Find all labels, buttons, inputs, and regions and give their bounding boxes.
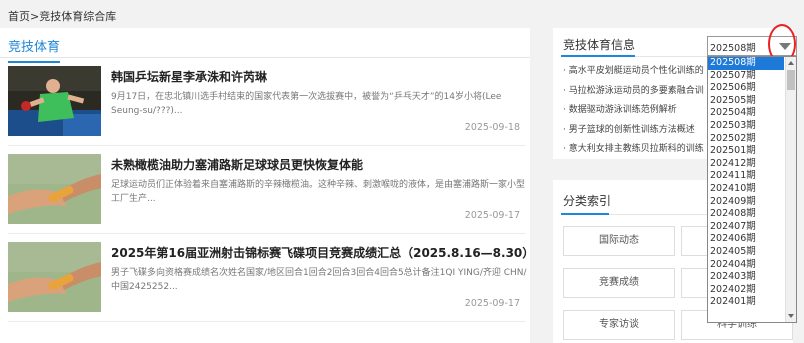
article-thumbnail-relay[interactable]	[8, 242, 101, 312]
article-title[interactable]: 未熟橄榄油助力塞浦路斯足球球员更快恢复体能	[111, 156, 363, 173]
title-underline	[561, 213, 609, 215]
article-summary: 足球运动员们正体验着来自塞浦路斯的辛辣橄榄油。这种辛辣、刺激喉咙的液体，是由塞浦…	[111, 180, 526, 204]
scrollbar[interactable]	[785, 57, 796, 322]
info-link[interactable]: · 马拉松游泳运动员的多要素融合训	[563, 82, 713, 102]
panel-header: 竞技体育	[0, 28, 530, 63]
dropdown-option[interactable]: 202411期	[708, 170, 784, 183]
issue-dropdown-list[interactable]: 202508期 202507期 202506期 202505期 202504期 20250…	[707, 56, 797, 323]
article-item[interactable]: 韩国乒坛新星李承洙和许芮琳 9月17日，在忠北镇川选手村结束的国家代表第一次选拔…	[8, 66, 526, 146]
scrollbar-thumb[interactable]	[787, 70, 795, 90]
dropdown-option[interactable]: 202408期	[708, 208, 784, 221]
article-thumbnail-table-tennis[interactable]	[8, 66, 101, 136]
category-button-international[interactable]: 国际动态	[563, 226, 675, 256]
dropdown-option[interactable]: 202402期	[708, 284, 784, 297]
info-list: · 高水平皮划艇运动员个性化训练的 · 马拉松游泳运动员的多要素融合训 · 数据…	[563, 62, 713, 160]
dropdown-option[interactable]: 202503期	[708, 120, 784, 133]
divider	[8, 321, 526, 322]
category-button-interviews[interactable]: 专家访谈	[563, 310, 675, 340]
dropdown-option[interactable]: 202410期	[708, 183, 784, 196]
article-date: 2025-09-17	[464, 298, 520, 309]
article-item[interactable]: 未熟橄榄油助力塞浦路斯足球球员更快恢复体能 足球运动员们正体验着来自塞浦路斯的辛…	[8, 154, 526, 234]
info-link[interactable]: · 高水平皮划艇运动员个性化训练的	[563, 62, 713, 82]
divider	[8, 233, 526, 234]
dropdown-option[interactable]: 202409期	[708, 196, 784, 209]
breadcrumb[interactable]: 首页>竞技体育综合库	[8, 8, 116, 24]
sports-news-panel: 竞技体育 韩国乒坛新星李承洙和许芮琳 9月17日，在忠北镇川选手村结束的国家代表…	[0, 28, 534, 343]
scroll-down-icon[interactable]	[788, 314, 794, 318]
article-summary: 男子飞碟多向资格赛成绩名次姓名国家/地区回合1回合2回合3回合4回合5总计备注1…	[111, 268, 527, 292]
title-underline	[561, 55, 635, 57]
dropdown-option[interactable]: 202502期	[708, 133, 784, 146]
option-list: 202508期 202507期 202506期 202505期 202504期 20250…	[708, 57, 796, 309]
dropdown-option[interactable]: 202506期	[708, 82, 784, 95]
dropdown-option[interactable]: 202403期	[708, 271, 784, 284]
category-panel-title: 分类索引	[563, 194, 612, 208]
article-item[interactable]: 2025年第16届亚洲射击锦标赛飞碟项目竞赛成绩汇总（2025.8.16—8.3…	[8, 242, 534, 322]
dropdown-option[interactable]: 202501期	[708, 145, 784, 158]
info-panel-title: 竞技体育信息	[563, 38, 636, 52]
dropdown-option[interactable]: 202507期	[708, 70, 784, 83]
info-link[interactable]: · 男子篮球的创新性训练方法概述	[563, 121, 713, 141]
article-title[interactable]: 2025年第16届亚洲射击锦标赛飞碟项目竞赛成绩汇总（2025.8.16—8.3…	[111, 244, 534, 261]
dropdown-option[interactable]: 202407期	[708, 221, 784, 234]
scroll-up-icon[interactable]	[788, 61, 794, 65]
dropdown-option[interactable]: 202406期	[708, 233, 784, 246]
article-thumbnail-relay[interactable]	[8, 154, 101, 224]
article-date: 2025-09-18	[464, 122, 520, 133]
divider	[8, 145, 526, 146]
category-button-results[interactable]: 竞赛成绩	[563, 268, 675, 298]
dropdown-option[interactable]: 202405期	[708, 246, 784, 259]
dropdown-option[interactable]: 202412期	[708, 158, 784, 171]
info-link[interactable]: · 数据驱动游泳训练范例解析	[563, 101, 713, 121]
dropdown-option[interactable]: 202404期	[708, 259, 784, 272]
dropdown-option[interactable]: 202504期	[708, 107, 784, 120]
dropdown-option[interactable]: 202401期	[708, 296, 784, 309]
article-date: 2025-09-17	[464, 210, 520, 221]
article-title[interactable]: 韩国乒坛新星李承洙和许芮琳	[111, 68, 267, 85]
info-link[interactable]: · 意大利女排主教练贝拉斯科的训练	[563, 140, 713, 160]
panel-title[interactable]: 竞技体育	[8, 36, 61, 63]
dropdown-option[interactable]: 202508期	[708, 57, 784, 70]
issue-select-value: 202508期	[710, 43, 756, 54]
article-summary: 9月17日，在忠北镇川选手村结束的国家代表第一次选拔赛中，被誉为“乒乓天才”的1…	[111, 92, 502, 116]
dropdown-option[interactable]: 202505期	[708, 95, 784, 108]
